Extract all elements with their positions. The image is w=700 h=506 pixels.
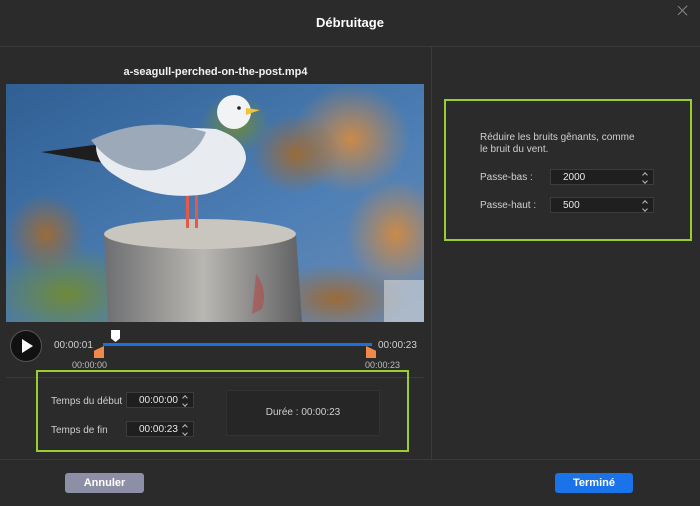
video-filename: a-seagull-perched-on-the-post.mp4 bbox=[123, 66, 308, 78]
dialog-header: Débruitage bbox=[0, 0, 700, 47]
noise-settings-panel: Réduire les bruits gênants, comme le bru… bbox=[444, 99, 692, 241]
range-end-time: 00:00:23 bbox=[365, 360, 401, 370]
playhead-handle[interactable] bbox=[111, 330, 120, 342]
start-time-stepper-icon[interactable] bbox=[183, 394, 189, 408]
highpass-label: Passe-haut : bbox=[480, 200, 537, 211]
trim-start-handle[interactable] bbox=[94, 346, 104, 358]
trim-end-handle[interactable] bbox=[366, 346, 376, 358]
total-time: 00:00:23 bbox=[378, 340, 417, 351]
noise-description: Réduire les bruits gênants, comme le bru… bbox=[480, 132, 635, 155]
vertical-divider bbox=[431, 47, 432, 459]
highpass-value: 500 bbox=[563, 200, 580, 211]
done-button[interactable]: Terminé bbox=[555, 473, 633, 493]
duration-display: Durée : 00:00:23 bbox=[226, 390, 380, 436]
duration-text: Durée : 00:00:23 bbox=[265, 407, 341, 418]
highpass-field[interactable]: 500 bbox=[550, 197, 654, 213]
cancel-button[interactable]: Annuler bbox=[65, 473, 144, 493]
lowpass-value: 2000 bbox=[563, 172, 586, 183]
start-time-field[interactable]: 00:00:00 bbox=[126, 392, 194, 408]
lowpass-stepper-icon[interactable] bbox=[643, 171, 649, 185]
video-preview bbox=[6, 84, 424, 322]
current-time: 00:00:01 bbox=[54, 340, 93, 351]
end-time-stepper-icon[interactable] bbox=[183, 423, 189, 437]
end-time-field[interactable]: 00:00:23 bbox=[126, 421, 194, 437]
play-button[interactable] bbox=[10, 330, 42, 362]
start-time-value: 00:00:00 bbox=[139, 395, 178, 406]
end-time-value: 00:00:23 bbox=[139, 424, 178, 435]
dialog-title: Débruitage bbox=[316, 15, 384, 30]
trim-track[interactable] bbox=[103, 343, 372, 346]
end-time-label: Temps de fin bbox=[51, 425, 108, 436]
start-time-label: Temps du début bbox=[51, 396, 123, 407]
close-icon[interactable] bbox=[676, 4, 690, 18]
footer-divider bbox=[0, 459, 700, 460]
range-start-time: 00:00:00 bbox=[72, 360, 108, 370]
lowpass-label: Passe-bas : bbox=[480, 172, 533, 183]
highpass-stepper-icon[interactable] bbox=[643, 199, 649, 213]
lowpass-field[interactable]: 2000 bbox=[550, 169, 654, 185]
video-frame-image bbox=[6, 84, 424, 322]
